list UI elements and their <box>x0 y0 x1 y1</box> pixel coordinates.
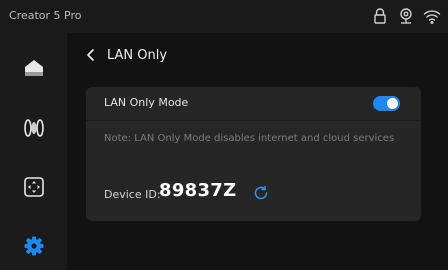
sidebar-item-control[interactable] <box>19 172 49 202</box>
app-title: Creator 5 Pro <box>9 9 82 22</box>
lan-settings-card: LAN Only Mode Note: LAN Only Mode disabl… <box>86 87 421 221</box>
sidebar <box>0 33 67 270</box>
settings-gear-icon <box>24 236 44 256</box>
page-header: LAN Only <box>67 33 448 83</box>
status-bar: Creator 5 Pro <box>0 0 448 33</box>
sidebar-item-home[interactable] <box>19 53 49 83</box>
page-title: LAN Only <box>107 48 168 63</box>
lan-only-mode-toggle[interactable] <box>373 96 400 111</box>
refresh-icon[interactable] <box>252 184 270 202</box>
lock-icon[interactable] <box>370 6 390 26</box>
filament-icon <box>24 119 44 137</box>
webcam-icon[interactable] <box>396 6 416 26</box>
lan-only-mode-label: LAN Only Mode <box>104 96 189 109</box>
device-id-label: Device ID: <box>104 188 161 201</box>
back-button[interactable] <box>81 45 101 65</box>
toggle-knob <box>387 98 398 109</box>
device-id-value: 89837Z <box>159 180 237 201</box>
sidebar-item-settings[interactable] <box>19 231 49 261</box>
sidebar-item-filament[interactable] <box>19 113 49 143</box>
wifi-icon[interactable] <box>422 6 442 26</box>
divider <box>86 120 421 121</box>
chevron-left-icon <box>87 49 94 61</box>
control-pad-icon <box>24 177 44 197</box>
lan-only-note: Note: LAN Only Mode disables internet an… <box>104 133 395 144</box>
home-icon <box>25 60 43 76</box>
